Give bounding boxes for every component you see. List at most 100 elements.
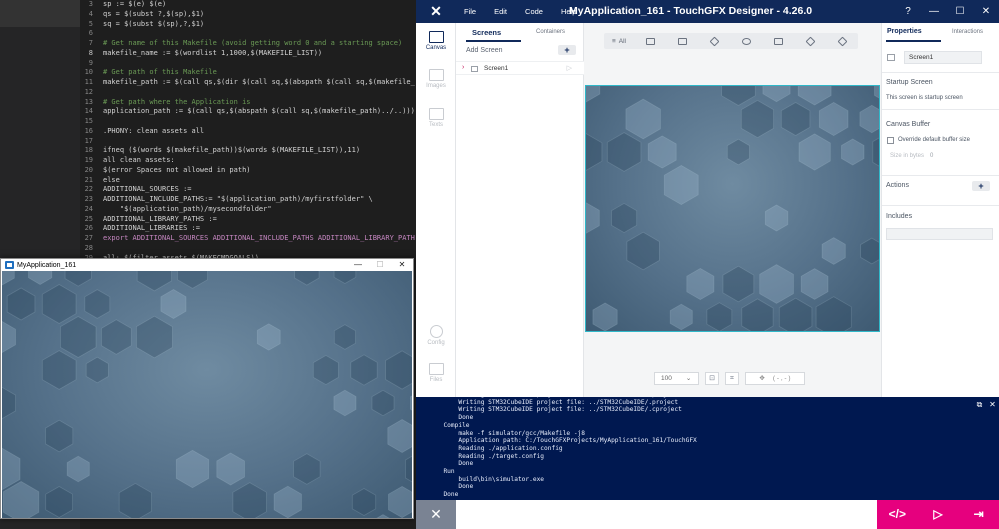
code-line[interactable]: 20 $(error Spaces not allowed in path) bbox=[80, 166, 415, 176]
menu-file[interactable]: File bbox=[464, 7, 476, 16]
code-text: .PHONY: clean assets all bbox=[103, 126, 205, 135]
screen-name-field[interactable]: Screen1 bbox=[904, 51, 982, 64]
code-line[interactable]: 19 all clean assets: bbox=[80, 156, 415, 166]
screen-list-item[interactable]: › Screen1 ▷ bbox=[456, 61, 584, 75]
close-icon[interactable]: ✕ bbox=[986, 400, 999, 410]
code-line[interactable]: 23 ADDITIONAL_INCLUDE_PATHS:= "$(applicat… bbox=[80, 195, 415, 205]
code-text: else bbox=[103, 175, 120, 184]
menu-edit[interactable]: Edit bbox=[494, 7, 507, 16]
tab-interactions[interactable]: Interactions bbox=[952, 29, 983, 35]
code-line[interactable]: 5 sq = $(subst $(sp),?,$1) bbox=[80, 20, 415, 30]
line-number: 14 bbox=[84, 107, 93, 116]
code-line[interactable]: 18 ifneq ($(words $(makefile_path))$(word… bbox=[80, 146, 415, 156]
simulator-window: MyApplication_161 — ☐ ✕ bbox=[0, 258, 414, 519]
includes-field[interactable] bbox=[886, 228, 993, 240]
override-buffer-checkbox[interactable] bbox=[887, 137, 894, 144]
code-line[interactable]: 8 makefile_name := $(wordlist 1,1000,$(MA… bbox=[80, 49, 415, 59]
add-screen-button[interactable]: + bbox=[558, 45, 576, 55]
close-button[interactable]: ✕ bbox=[391, 259, 413, 271]
code-line[interactable]: 21 else bbox=[80, 176, 415, 186]
code-line[interactable]: 27 export ADDITIONAL_SOURCES ADDITIONAL_I… bbox=[80, 234, 415, 244]
filter-all-button[interactable]: ≡ All bbox=[604, 33, 634, 49]
tab-containers[interactable]: Containers bbox=[536, 29, 565, 35]
line-number: 20 bbox=[84, 165, 93, 174]
rail-config[interactable]: Config bbox=[416, 325, 456, 346]
tab-screens[interactable]: Screens bbox=[472, 28, 501, 37]
play-icon[interactable]: ▷ bbox=[567, 64, 572, 72]
line-number: 18 bbox=[84, 146, 93, 155]
close-button[interactable]: ✕ bbox=[973, 0, 999, 23]
expand-chevron-icon[interactable]: › bbox=[462, 64, 464, 71]
tab-properties[interactable]: Properties bbox=[887, 28, 922, 35]
rail-canvas[interactable]: Canvas bbox=[416, 31, 456, 51]
code-line[interactable]: 14 application_path := $(call qs,$(abspat… bbox=[80, 107, 415, 117]
code-line[interactable]: 4 qs = $(subst ?,$(sp),$1) bbox=[80, 10, 415, 20]
hexagon-wallpaper bbox=[2, 271, 412, 518]
image-icon[interactable] bbox=[666, 33, 698, 49]
screen-canvas[interactable] bbox=[585, 85, 880, 332]
canvas-icon bbox=[428, 31, 444, 43]
code-line[interactable]: 10 # Get path of this Makefile bbox=[80, 68, 415, 78]
code-line[interactable]: 12 bbox=[80, 88, 415, 98]
crop-icon[interactable]: ⌗ bbox=[725, 371, 739, 385]
code-text: # Get name of this Makefile (avoid getti… bbox=[103, 39, 403, 47]
active-tab-indicator bbox=[886, 40, 941, 42]
run-target-button[interactable]: ⇥ bbox=[958, 500, 999, 529]
zoom-select[interactable]: 100 ⌄ bbox=[654, 371, 699, 385]
maximize-button[interactable]: ☐ bbox=[369, 259, 391, 271]
text-area-icon[interactable] bbox=[762, 33, 794, 49]
container-icon[interactable] bbox=[698, 33, 730, 49]
override-buffer-label: Override default buffer size bbox=[898, 137, 970, 143]
minimize-button[interactable]: — bbox=[347, 259, 369, 271]
line-number: 21 bbox=[84, 175, 93, 184]
close-console-button[interactable]: ✕ bbox=[416, 500, 456, 529]
minimize-button[interactable]: — bbox=[921, 0, 947, 23]
code-text: ADDITIONAL_LIBRARIES := bbox=[103, 224, 200, 233]
simulator-titlebar[interactable]: MyApplication_161 — ☐ ✕ bbox=[1, 259, 413, 271]
code-line[interactable]: 9 bbox=[80, 59, 415, 69]
code-line[interactable]: 15 bbox=[80, 117, 415, 127]
rail-files[interactable]: Files bbox=[416, 363, 456, 383]
designer-titlebar[interactable]: ✕ File Edit Code Help MyApplication_161 … bbox=[416, 0, 999, 23]
hexagon-wallpaper bbox=[586, 86, 879, 331]
code-line[interactable]: 26 ADDITIONAL_LIBRARIES := bbox=[80, 224, 415, 234]
code-line[interactable]: 22 ADDITIONAL_SOURCES := bbox=[80, 185, 415, 195]
code-text: makefile_path := $(call qs,$(dir $(call … bbox=[103, 78, 415, 86]
line-number: 27 bbox=[84, 234, 93, 242]
3d-icon[interactable] bbox=[794, 33, 826, 49]
line-number: 8 bbox=[88, 48, 93, 57]
actions-heading: Actions bbox=[886, 182, 909, 189]
text-icon bbox=[428, 108, 444, 120]
code-text: $(error Spaces not allowed in path) bbox=[103, 165, 251, 174]
fit-to-screen-icon[interactable]: ⊡ bbox=[705, 371, 719, 385]
code-line[interactable]: 11 makefile_path := $(call qs,$(dir $(cal… bbox=[80, 78, 415, 88]
shape-icon[interactable] bbox=[730, 33, 762, 49]
interaction-icon[interactable] bbox=[634, 33, 666, 49]
simulator-display[interactable] bbox=[2, 271, 412, 518]
menu-code[interactable]: Code bbox=[525, 7, 543, 16]
add-screen-label: Add Screen bbox=[466, 47, 503, 54]
buffer-size-label: Size in bytes bbox=[890, 153, 925, 159]
code-line[interactable]: 16 .PHONY: clean assets all bbox=[80, 127, 415, 137]
code-line[interactable]: 17 bbox=[80, 137, 415, 147]
maximize-button[interactable]: ☐ bbox=[947, 0, 973, 23]
code-line[interactable]: 28 bbox=[80, 244, 415, 254]
code-line[interactable]: 13 # Get path where the Application is bbox=[80, 98, 415, 108]
help-button[interactable]: ? bbox=[895, 0, 921, 23]
add-action-button[interactable]: + bbox=[972, 181, 990, 191]
code-line[interactable]: 3 sp := $(e) $(e) bbox=[80, 0, 415, 10]
run-simulator-button[interactable]: ▷ bbox=[918, 500, 959, 529]
code-line[interactable]: 24 "$(application_path)/mysecondfolder" bbox=[80, 205, 415, 215]
code-line[interactable]: 6 bbox=[80, 29, 415, 39]
line-number: 11 bbox=[84, 78, 93, 86]
rail-texts[interactable]: Texts bbox=[416, 108, 456, 128]
code-line[interactable]: 7 # Get name of this Makefile (avoid gett… bbox=[80, 39, 415, 49]
layers-icon[interactable] bbox=[826, 33, 858, 49]
restore-icon[interactable]: ⧉ bbox=[973, 400, 986, 410]
generate-code-button[interactable]: </> bbox=[877, 500, 918, 529]
buffer-size-value: 0 bbox=[930, 153, 934, 159]
code-line[interactable]: 25 ADDITIONAL_LIBRARY_PATHS := bbox=[80, 215, 415, 225]
line-number: 12 bbox=[84, 87, 93, 96]
rail-images[interactable]: Images bbox=[416, 69, 456, 89]
line-number: 4 bbox=[88, 9, 93, 18]
